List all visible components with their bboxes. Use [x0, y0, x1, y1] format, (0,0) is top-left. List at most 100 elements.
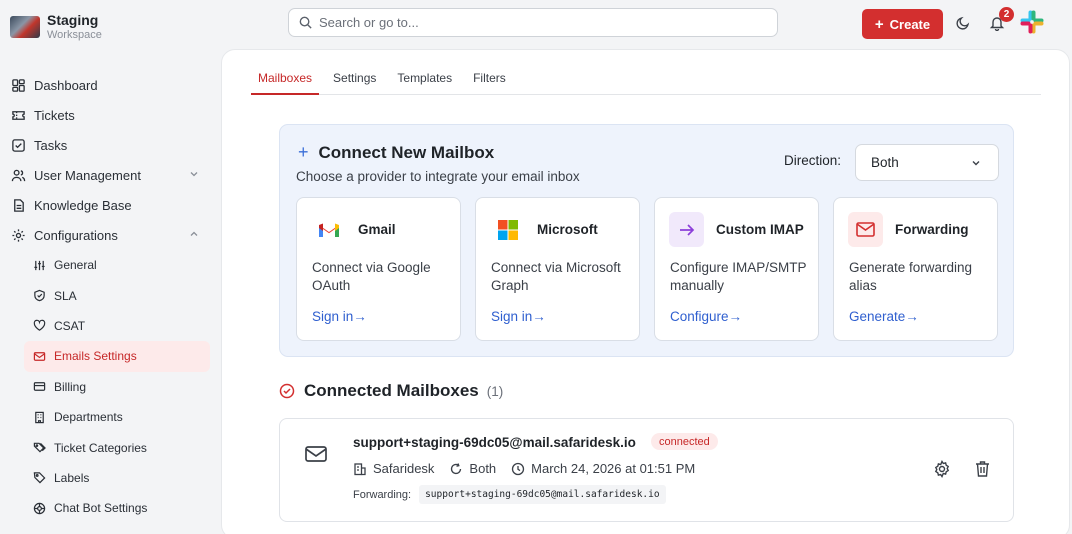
sidebar-item-label: Tasks [34, 137, 68, 153]
mail-icon [32, 349, 46, 363]
sidebar-item-label: General [54, 258, 97, 273]
sidebar-item-label: Knowledge Base [34, 197, 132, 213]
sidebar-item-csat[interactable]: CSAT [24, 311, 210, 341]
sidebar-item-label: Billing [54, 379, 87, 394]
tab-bar: Mailboxes Settings Templates Filters [251, 65, 1041, 95]
provider-card-microsoft[interactable]: Microsoft Connect via Microsoft Graph Si… [475, 197, 640, 341]
sidebar-item-label: Emails Settings [54, 349, 137, 364]
search-input[interactable]: Search or go to... [288, 8, 778, 37]
sidebar-item-label: Tickets [34, 107, 75, 123]
slack-icon[interactable] [1019, 9, 1045, 35]
card-icon [32, 380, 46, 394]
gear-icon[interactable] [933, 460, 951, 478]
search-icon [298, 15, 313, 30]
sidebar-item-label: Chat Bot Settings [54, 501, 148, 516]
provider-card-custom-imap[interactable]: Custom IMAP Configure IMAP/SMTP manually… [654, 197, 819, 341]
workspace-switcher[interactable]: Staging Workspace [10, 12, 102, 42]
direction-select[interactable]: Both [855, 144, 999, 181]
provider-link[interactable]: Configure→ [670, 309, 742, 324]
connected-mailboxes-heading: Connected Mailboxes (1) [279, 381, 503, 401]
connect-mailbox-panel: + Connect New Mailbox Choose a provider … [279, 124, 1014, 357]
sidebar-item-tickets[interactable]: Tickets [0, 100, 220, 130]
refresh-icon [449, 462, 463, 476]
forwarding-label: Forwarding: [353, 488, 412, 501]
connect-title: + Connect New Mailbox [298, 142, 494, 163]
provider-desc: Connect via Microsoft Graph [491, 260, 621, 293]
date-label: March 24, 2026 at 01:51 PM [531, 461, 696, 476]
provider-name: Custom IMAP [716, 222, 804, 237]
tab-mailboxes[interactable]: Mailboxes [251, 65, 320, 95]
sidebar-nav: Dashboard Tickets Tasks User Management … [0, 70, 220, 524]
connected-title: Connected Mailboxes [304, 381, 479, 400]
plus-icon: + [298, 142, 309, 162]
sidebar-item-label: SLA [54, 288, 77, 303]
forwarding-address[interactable]: support+staging-69dc05@mail.safaridesk.i… [419, 485, 666, 504]
clock-icon [511, 462, 525, 476]
moon-icon[interactable] [955, 15, 971, 31]
tab-filters[interactable]: Filters [466, 65, 513, 95]
ticket-icon [10, 107, 26, 123]
chevron-down-icon[interactable] [188, 168, 200, 180]
sidebar-item-configurations[interactable]: Configurations [0, 220, 220, 250]
sidebar-item-knowledge-base[interactable]: Knowledge Base [0, 190, 220, 220]
sidebar-item-dashboard[interactable]: Dashboard [0, 70, 220, 100]
main-content: Mailboxes Settings Templates Filters + C… [221, 49, 1070, 534]
provider-link[interactable]: Sign in→ [312, 309, 367, 324]
provider-name: Gmail [358, 222, 396, 237]
sidebar-item-billing[interactable]: Billing [24, 372, 210, 402]
tags-icon [32, 441, 46, 455]
shield-icon [32, 289, 46, 303]
sidebar-item-label: Configurations [34, 227, 118, 243]
sidebar-item-sla[interactable]: SLA [24, 280, 210, 310]
tasks-icon [10, 137, 26, 153]
create-button-label: Create [889, 16, 931, 32]
heart-icon [32, 319, 46, 333]
sidebar-item-labels[interactable]: Labels [24, 463, 210, 493]
plus-icon: + [874, 15, 884, 33]
provider-name: Microsoft [537, 222, 598, 237]
sidebar-item-chat-bot-settings[interactable]: Chat Bot Settings [24, 493, 210, 523]
sidebar-item-ticket-categories[interactable]: Ticket Categories [24, 432, 210, 462]
connect-title-text: Connect New Mailbox [318, 142, 495, 162]
dashboard-icon [10, 77, 26, 93]
sidebar-item-label: Ticket Categories [54, 440, 147, 455]
envelope-icon [304, 444, 330, 466]
tab-templates[interactable]: Templates [390, 65, 459, 95]
sliders-icon [32, 258, 46, 272]
notification-badge: 2 [999, 7, 1014, 22]
provider-card-forwarding[interactable]: Forwarding Generate forwarding alias Gen… [833, 197, 998, 341]
provider-link[interactable]: Sign in→ [491, 309, 546, 324]
chevron-up-icon[interactable] [188, 228, 200, 240]
sidebar-item-label: CSAT [54, 318, 86, 333]
connected-count: (1) [486, 383, 504, 399]
department-label: Safaridesk [373, 461, 435, 476]
provider-desc: Generate forwarding alias [849, 260, 973, 293]
provider-card-gmail[interactable]: Gmail Connect via Google OAuth Sign in→ [296, 197, 461, 341]
check-circle-icon [279, 383, 295, 399]
book-icon [10, 197, 26, 213]
trash-icon[interactable] [974, 460, 991, 478]
sidebar-item-label: Labels [54, 470, 90, 485]
direction-label: Direction: [784, 153, 842, 168]
tab-settings[interactable]: Settings [326, 65, 383, 95]
microsoft-icon [490, 212, 525, 247]
mailbox-email: support+staging-69dc05@mail.safaridesk.i… [353, 435, 636, 450]
create-button[interactable]: + Create [862, 9, 943, 39]
workspace-logo [10, 16, 40, 38]
sidebar-item-departments[interactable]: Departments [24, 402, 210, 432]
sidebar-item-label: User Management [34, 167, 141, 183]
provider-link[interactable]: Generate→ [849, 309, 919, 324]
sidebar-item-label: Dashboard [34, 77, 98, 93]
building-icon [32, 410, 46, 424]
status-badge: connected [651, 433, 718, 450]
sidebar-item-emails-settings[interactable]: Emails Settings [24, 341, 210, 372]
search-placeholder: Search or go to... [319, 15, 419, 30]
sidebar-item-general[interactable]: General [24, 250, 210, 280]
sidebar-item-user-management[interactable]: User Management [0, 160, 220, 190]
direction-value: Both [871, 155, 899, 170]
mailbox-direction: Both [449, 461, 496, 476]
sidebar-item-label: Departments [54, 410, 123, 425]
mailbox-meta: Safaridesk Both March 24, 2026 at 01:51 … [353, 461, 710, 476]
sidebar: Staging Workspace Dashboard Tickets Task… [0, 0, 220, 534]
sidebar-item-tasks[interactable]: Tasks [0, 130, 220, 160]
